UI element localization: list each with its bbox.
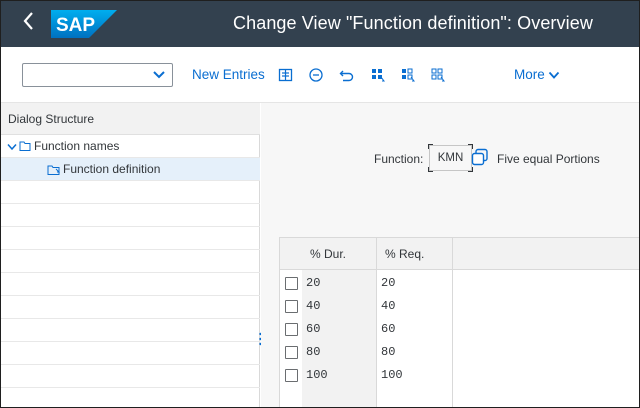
column-divider — [452, 238, 453, 407]
field-corner — [428, 167, 433, 172]
cell-dur[interactable]: 80 — [306, 341, 374, 363]
function-value: KMN — [437, 152, 464, 164]
tree-item-label: Function names — [34, 139, 120, 153]
select-block-icon[interactable] — [397, 63, 419, 87]
toolbar: New Entries More — [1, 47, 639, 103]
empty-row — [1, 319, 260, 342]
function-description: Five equal Portions — [497, 152, 600, 166]
app-window: SAP Change View "Function definition": O… — [0, 0, 640, 408]
row-selector-header[interactable] — [280, 238, 302, 270]
empty-row — [1, 250, 260, 273]
delete-icon[interactable] — [305, 63, 327, 87]
empty-row — [1, 227, 260, 250]
tree-item-function-names[interactable]: Function names — [1, 135, 260, 158]
deselect-all-icon[interactable] — [427, 63, 449, 87]
details-icon[interactable] — [275, 63, 297, 87]
page-title: Change View "Function definition": Overv… — [233, 13, 593, 33]
empty-row — [1, 365, 260, 388]
dialog-structure-panel: Dialog Structure Function names Function… — [1, 103, 260, 407]
cell-req[interactable]: 40 — [381, 295, 449, 317]
dialog-structure-header: Dialog Structure — [1, 103, 260, 135]
folder-open-icon — [19, 140, 32, 155]
chevron-down-icon[interactable] — [7, 141, 17, 155]
empty-row — [1, 204, 260, 227]
column-header-req[interactable]: % Req. — [377, 238, 452, 270]
sap-logo: SAP — [51, 10, 117, 38]
cell-dur[interactable]: 60 — [306, 318, 374, 340]
tree-item-function-definition[interactable]: Function definition — [1, 158, 260, 181]
select-all-icon[interactable] — [367, 63, 389, 87]
more-button[interactable]: More — [514, 67, 560, 82]
row-checkbox[interactable] — [285, 369, 298, 382]
tree-item-label: Function definition — [63, 162, 161, 176]
row-checkbox[interactable] — [285, 346, 298, 359]
row-checkbox[interactable] — [285, 323, 298, 336]
empty-row — [1, 388, 260, 407]
chevron-down-icon — [548, 72, 559, 80]
function-field[interactable]: KMN — [429, 145, 472, 171]
column-divider — [376, 238, 377, 407]
undo-icon[interactable] — [336, 63, 358, 87]
content-area: Function: KMN Five equal Portions % Dur.… — [261, 103, 639, 407]
empty-row — [1, 181, 260, 204]
empty-row — [1, 296, 260, 319]
logo-text: SAP — [56, 15, 95, 36]
empty-row — [1, 273, 260, 296]
back-icon[interactable] — [21, 9, 43, 37]
cell-dur[interactable]: 100 — [306, 364, 374, 386]
function-label: Function: — [374, 152, 424, 166]
column-header-empty — [452, 238, 639, 270]
action-select[interactable] — [22, 63, 173, 87]
value-help-icon[interactable] — [471, 148, 491, 168]
row-checkbox[interactable] — [285, 277, 298, 290]
column-header-dur[interactable]: % Dur. — [302, 238, 377, 270]
empty-row — [1, 342, 260, 365]
shell-bar: SAP Change View "Function definition": O… — [1, 1, 639, 47]
dialog-structure-title: Dialog Structure — [8, 112, 95, 126]
function-definition-table: % Dur. % Req. 20 20 40 40 60 60 80 80 10… — [279, 237, 639, 407]
cell-dur[interactable]: 20 — [306, 272, 374, 294]
field-corner — [428, 144, 433, 149]
column-header-label: % Req. — [385, 247, 425, 261]
new-entries-button[interactable]: New Entries — [192, 67, 265, 82]
cell-req[interactable]: 80 — [381, 341, 449, 363]
column-header-label: % Dur. — [310, 247, 347, 261]
cell-req[interactable]: 100 — [381, 364, 449, 386]
cell-req[interactable]: 60 — [381, 318, 449, 340]
folder-icon — [47, 164, 61, 179]
chevron-down-icon — [152, 66, 166, 84]
cell-dur[interactable]: 40 — [306, 295, 374, 317]
row-checkbox[interactable] — [285, 300, 298, 313]
more-label: More — [514, 67, 545, 82]
cell-req[interactable]: 20 — [381, 272, 449, 294]
